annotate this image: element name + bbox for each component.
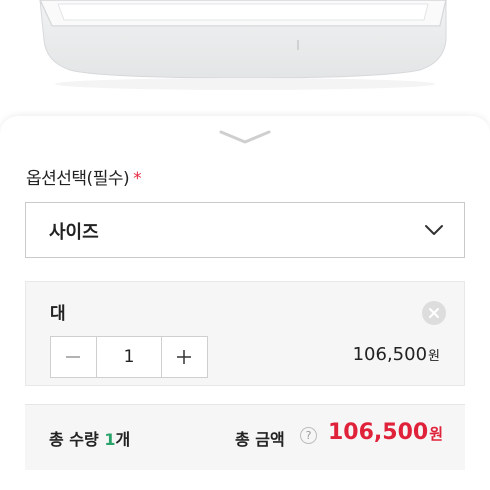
item-price: 106,500원 (353, 344, 440, 365)
order-summary: 총 수량 1개 총 금액 ? 106,500원 (25, 404, 465, 470)
option-label: 옵션선택(필수) * (26, 164, 142, 189)
size-select[interactable]: 사이즈 (25, 202, 465, 258)
total-amount-label: 총 금액 (235, 430, 285, 449)
total-quantity-suffix: 개 (115, 430, 131, 449)
total-amount: 106,500원 (328, 420, 443, 445)
item-price-currency: 원 (428, 349, 440, 364)
item-price-value: 106,500 (352, 344, 428, 365)
plus-icon (177, 350, 191, 364)
select-value: 사이즈 (49, 222, 99, 243)
required-mark: * (133, 169, 142, 189)
item-name: 대 (50, 304, 66, 324)
quantity-stepper: 1 (50, 336, 208, 378)
increase-button[interactable] (161, 337, 207, 377)
white-tray-product-photo (39, 0, 447, 90)
chevron-down-icon (425, 225, 443, 235)
close-icon (429, 308, 439, 318)
minus-icon (66, 356, 80, 358)
remove-item-button[interactable] (422, 301, 446, 325)
chevron-down-icon[interactable] (217, 128, 273, 146)
product-image (0, 0, 490, 120)
help-icon[interactable]: ? (300, 427, 317, 444)
decrease-button[interactable] (51, 337, 97, 377)
total-quantity: 총 수량 1개 (49, 426, 130, 450)
quantity-value[interactable]: 1 (97, 347, 161, 367)
selected-item: 대 1 106,500원 (25, 281, 465, 386)
total-amount-currency: 원 (429, 425, 443, 443)
option-label-text: 옵션선택(필수) (26, 169, 130, 189)
total-quantity-value: 1 (104, 430, 116, 449)
total-amount-value: 106,500 (327, 420, 429, 445)
total-quantity-prefix: 총 수량 (49, 430, 105, 449)
